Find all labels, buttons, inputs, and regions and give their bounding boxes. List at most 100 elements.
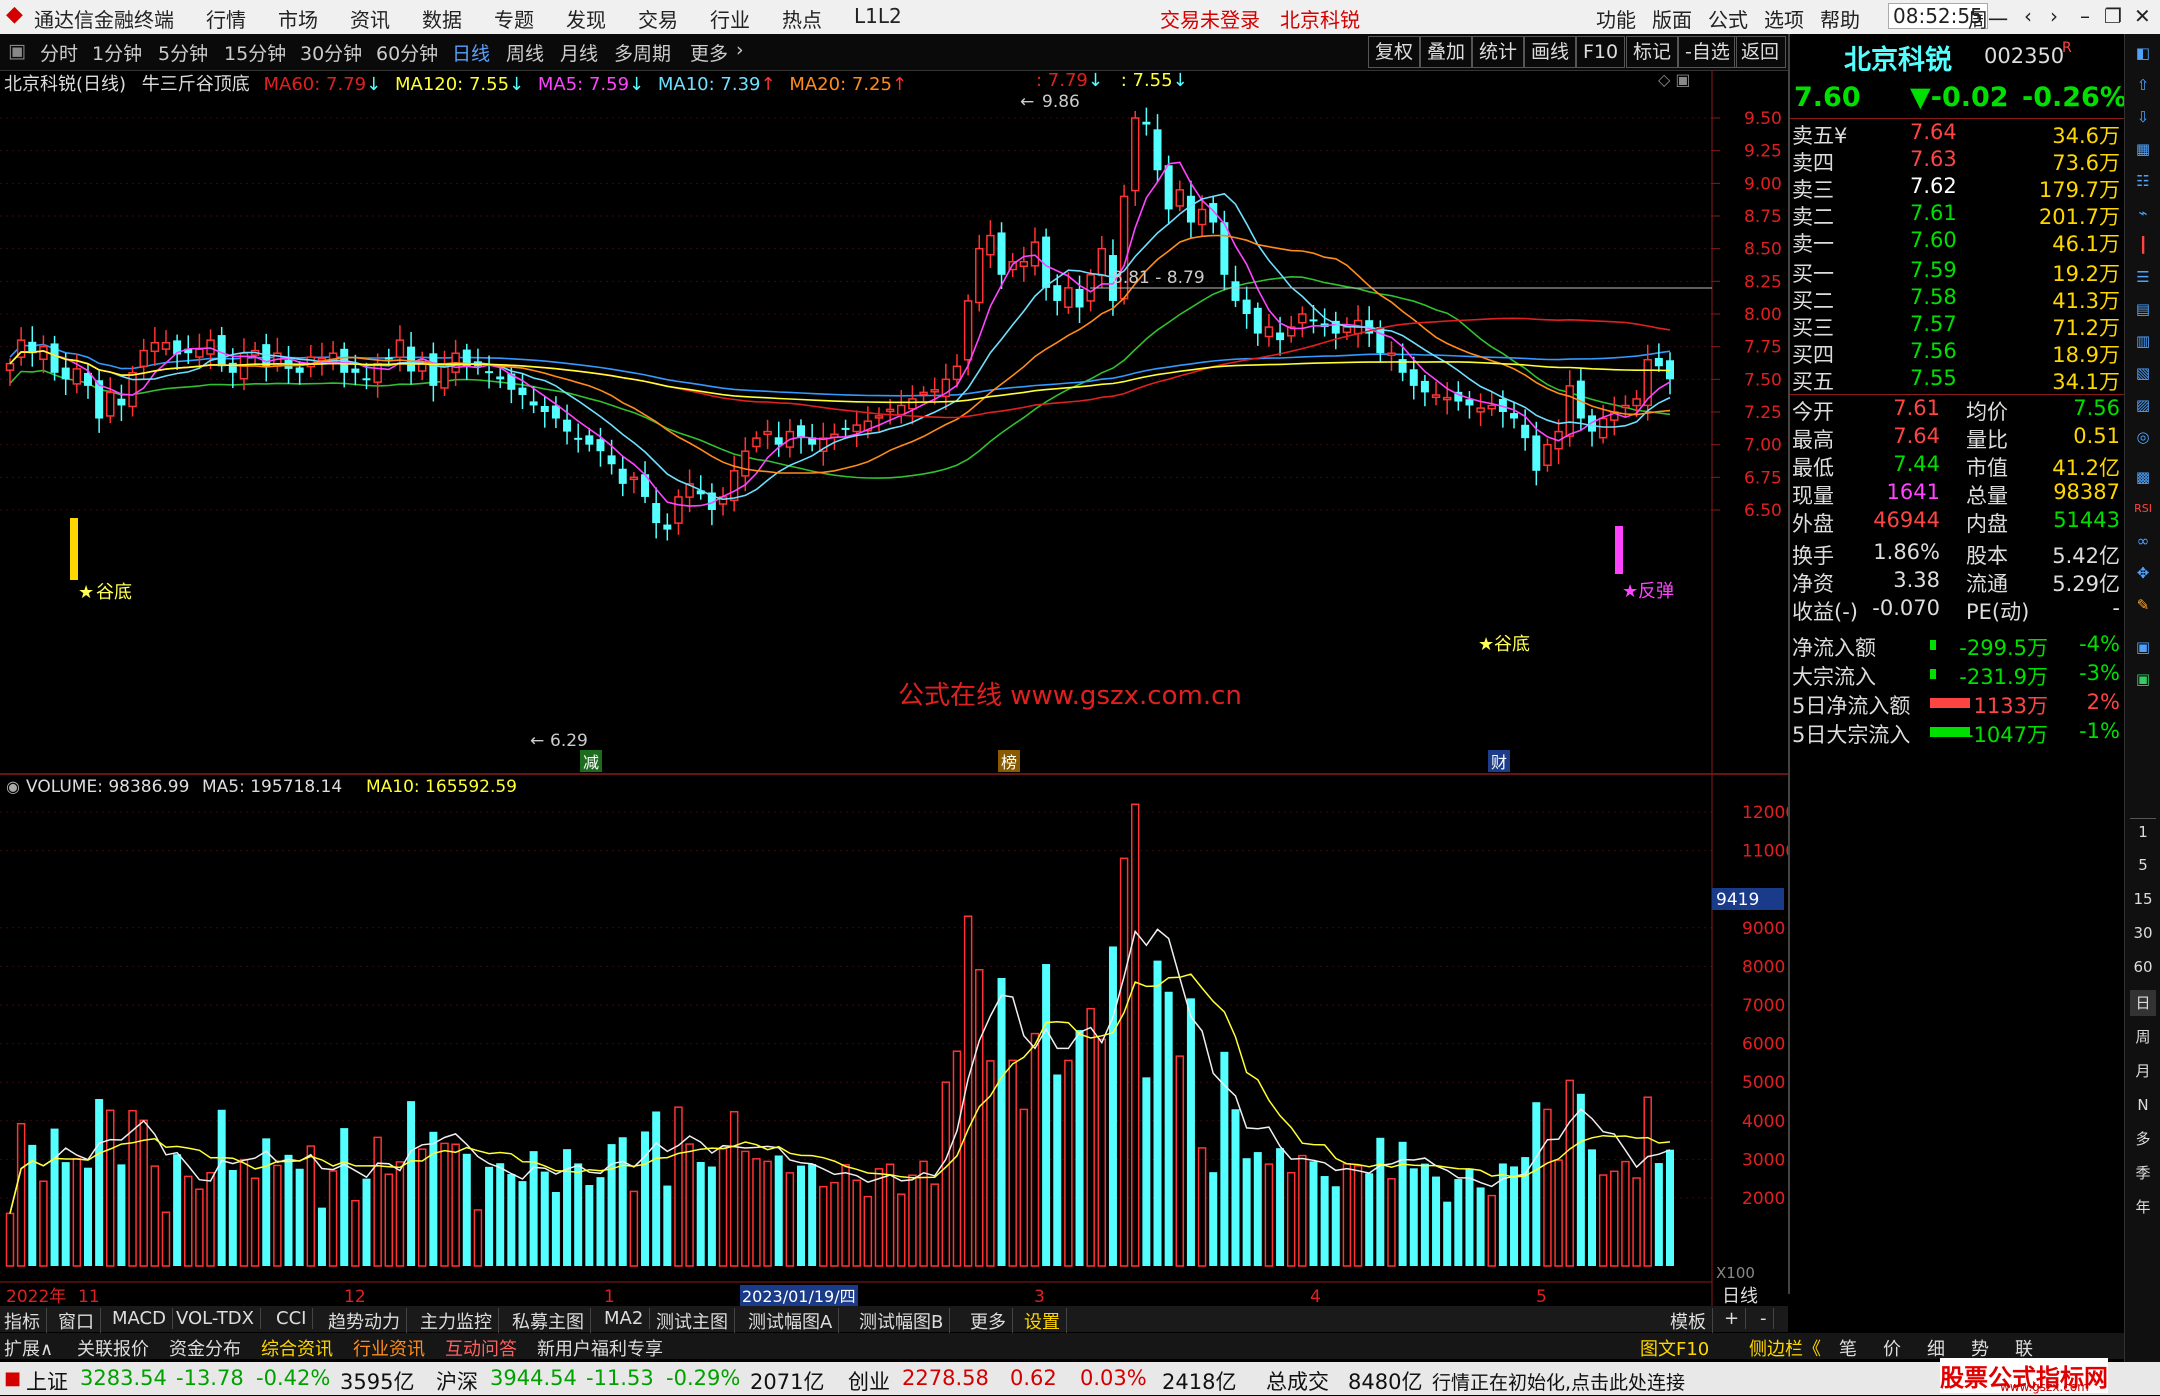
table-icon[interactable]: ☷ <box>2130 168 2156 194</box>
indicator-tab[interactable]: VOL-TDX <box>176 1308 261 1329</box>
menu-item-l1l2[interactable]: L1L2 <box>854 4 902 28</box>
menu-item-bangzhu[interactable]: 帮助 <box>1820 4 1860 33</box>
volume-toggle-icon[interactable]: ◉ <box>6 777 20 796</box>
period-icon-1[interactable]: 1 <box>2130 818 2156 845</box>
extension-tab[interactable]: 资金分布 <box>169 1335 241 1361</box>
report-icon[interactable]: ▥ <box>2130 328 2156 354</box>
minimize-icon[interactable]: – <box>2080 4 2090 28</box>
menu-item-faxian[interactable]: 发现 <box>566 4 606 33</box>
extension-tab[interactable]: 行业资讯 <box>353 1335 425 1361</box>
period-icon-60[interactable]: 60 <box>2130 954 2156 980</box>
indicator-tab[interactable]: MA2 <box>604 1308 651 1329</box>
tab-1min[interactable]: 1分钟 <box>92 39 142 66</box>
indicator-tab[interactable]: 更多 <box>970 1308 1013 1334</box>
toolbar-toggle-icon[interactable]: ▣ <box>8 40 26 62</box>
side-tab[interactable]: 笔 <box>1839 1335 1857 1361</box>
menu-item-jiaoyi[interactable]: 交易 <box>638 4 678 33</box>
tab-monthly[interactable]: 月线 <box>560 39 598 66</box>
kline-chart[interactable]: 9.50 9.25 9.00 8.75 8.50 8.25 8.00 7.75 7.50 7.25… <box>0 70 1788 1306</box>
side-tab[interactable]: 侧边栏《 <box>1749 1335 1821 1361</box>
extension-tab[interactable]: 互动问答 <box>445 1335 517 1361</box>
tab-60min[interactable]: 60分钟 <box>376 39 438 66</box>
add-watchlist-button[interactable]: -自选 <box>1678 36 1737 68</box>
period-icon-quarter[interactable]: 季 <box>2130 1160 2156 1186</box>
toggle-panel-icon[interactable]: ◧ <box>2130 40 2156 66</box>
rsi-icon[interactable]: RSI <box>2130 496 2156 522</box>
close-icon[interactable]: ✕ <box>2134 4 2151 28</box>
f2-icon[interactable]: ▨ <box>2130 392 2156 418</box>
pen-icon[interactable]: ✎ <box>2130 592 2156 618</box>
kline-icon[interactable]: ┃ <box>2130 232 2156 258</box>
menu-item-zixun[interactable]: 资讯 <box>350 4 390 33</box>
tab-fenshi[interactable]: 分时 <box>40 39 78 66</box>
menu-item-shuju[interactable]: 数据 <box>422 4 462 33</box>
indicator-tab[interactable]: 测试幅图A <box>748 1308 840 1334</box>
fuquan-button[interactable]: 复权 <box>1368 36 1421 68</box>
indicator-tab[interactable]: 主力监控 <box>420 1308 499 1334</box>
tab-more[interactable]: 更多 <box>690 39 728 66</box>
tab-daily[interactable]: 日线 <box>452 39 490 66</box>
grid-view-icon[interactable]: ▦ <box>2130 136 2156 162</box>
indicator-tab[interactable]: + <box>1724 1308 1747 1329</box>
indicator-tab[interactable]: 模板 <box>1670 1308 1713 1334</box>
huaxian-button[interactable]: 画线 <box>1524 36 1577 68</box>
status-bar[interactable]: ■ 上证 3283.54 -13.78 -0.42% 3595亿 沪深 3944… <box>0 1358 2160 1395</box>
extension-tab[interactable]: 新用户福利专享 <box>537 1335 663 1361</box>
extension-tab[interactable]: 扩展∧ <box>4 1335 53 1361</box>
chart-small-icon[interactable]: ▩ <box>2130 464 2156 490</box>
forward-nav-icon[interactable]: › <box>2050 4 2058 28</box>
tab-30min[interactable]: 30分钟 <box>300 39 362 66</box>
chevron-right-icon[interactable]: › <box>736 39 744 61</box>
indicator-tab[interactable]: 趋势动力 <box>328 1308 407 1334</box>
indicator-tab[interactable]: 指标 <box>4 1308 47 1334</box>
login-status[interactable]: 交易未登录 <box>1160 4 1260 33</box>
biaoji-button[interactable]: 标记 <box>1626 36 1679 68</box>
f10-icon[interactable]: ▤ <box>2130 296 2156 322</box>
image-icon[interactable]: ▣ <box>2130 666 2156 692</box>
link-icon[interactable]: ∞ <box>2130 528 2156 554</box>
tongji-button[interactable]: 统计 <box>1472 36 1525 68</box>
period-icon-multi[interactable]: 多 <box>2130 1126 2156 1152</box>
menu-item-xuanxiang[interactable]: 选项 <box>1764 4 1804 33</box>
menu-item-zhuanti[interactable]: 专题 <box>494 4 534 33</box>
menu-item-redian[interactable]: 热点 <box>782 4 822 33</box>
menu-item-hangye[interactable]: 行业 <box>710 4 750 33</box>
back-button[interactable]: 返回 <box>1734 36 1787 68</box>
compass-icon[interactable]: ◎ <box>2130 424 2156 450</box>
period-icon-week[interactable]: 周 <box>2130 1024 2156 1050</box>
period-icon-15[interactable]: 15 <box>2130 886 2156 912</box>
side-tab[interactable]: 价 <box>1883 1335 1901 1361</box>
diejia-button[interactable]: 叠加 <box>1420 36 1473 68</box>
tab-multiperiod[interactable]: 多周期 <box>614 39 671 66</box>
back-nav-icon[interactable]: ‹ <box>2024 4 2032 28</box>
period-icon-5[interactable]: 5 <box>2130 852 2156 878</box>
indicator-tab[interactable]: 测试主图 <box>656 1308 735 1334</box>
move-icon[interactable]: ✥ <box>2130 560 2156 586</box>
indicator-tab[interactable]: CCI <box>276 1308 314 1329</box>
f5-icon[interactable]: ▣ <box>2130 634 2156 660</box>
connect-message[interactable]: 行情正在初始化,点击此处连接 <box>1432 1368 1685 1395</box>
menu-item-shichang[interactable]: 市场 <box>278 4 318 33</box>
extension-tab[interactable]: 综合资讯 <box>261 1335 333 1361</box>
period-icon-day[interactable]: 日 <box>2130 990 2156 1016</box>
doc-icon[interactable]: ▧ <box>2130 360 2156 386</box>
period-icon-n[interactable]: N <box>2130 1092 2156 1118</box>
restore-icon[interactable]: ❐ <box>2104 4 2122 28</box>
period-icon-30[interactable]: 30 <box>2130 920 2156 946</box>
indicator-tab[interactable]: - <box>1760 1308 1774 1329</box>
period-icon-month[interactable]: 月 <box>2130 1058 2156 1084</box>
period-icon-year[interactable]: 年 <box>2130 1194 2156 1220</box>
arrow-down-icon[interactable]: ⇩ <box>2130 104 2156 130</box>
list-icon[interactable]: ☰ <box>2130 264 2156 290</box>
extension-tab[interactable]: 关联报价 <box>77 1335 149 1361</box>
menu-item-banmian[interactable]: 版面 <box>1652 4 1692 33</box>
indicator-tab[interactable]: 私募主图 <box>512 1308 591 1334</box>
indicator-tab[interactable]: 窗口 <box>58 1308 101 1334</box>
menu-item-gongneng[interactable]: 功能 <box>1596 4 1636 33</box>
indicator-tab[interactable]: 测试幅图B <box>859 1308 951 1334</box>
menu-item-gongshi[interactable]: 公式 <box>1708 4 1748 33</box>
f10-button[interactable]: F10 <box>1576 36 1626 68</box>
tab-weekly[interactable]: 周线 <box>506 39 544 66</box>
menu-item-hangqing[interactable]: 行情 <box>206 4 246 33</box>
arrow-up-icon[interactable]: ⇧ <box>2130 72 2156 98</box>
